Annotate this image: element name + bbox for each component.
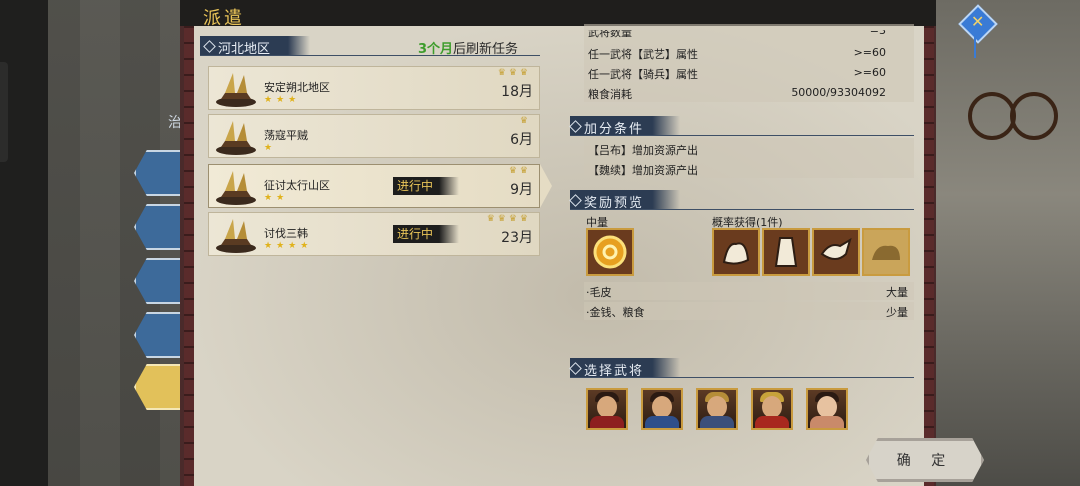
in-progress-badge: 进行中: [393, 225, 459, 243]
drop-amount: 大量: [886, 286, 908, 299]
difficulty-stars: ★★★★: [264, 241, 313, 251]
general-portrait[interactable]: [696, 388, 738, 430]
waterwheel-icon: [1010, 92, 1058, 140]
requirement-label: 任一武将【武艺】属性: [588, 48, 698, 61]
pelt-icon: [820, 237, 852, 260]
waterwheel-icon: [968, 92, 1016, 140]
requirement-label: 任一武将【骑兵】属性: [588, 68, 698, 81]
in-progress-badge: 进行中: [393, 177, 459, 195]
task-item-selected[interactable]: 征讨太行山区 ★★ 进行中 ♛♛ 9月: [208, 164, 540, 208]
selection-arrow: [540, 164, 552, 208]
task-item[interactable]: 安定朔北地区 ★★★ ♛♛♛ 18月: [208, 66, 540, 110]
general-heading: 选择武将: [584, 364, 645, 379]
hide-icon: [872, 245, 900, 260]
panel-rail-left: [184, 12, 194, 486]
fur-reward-icon[interactable]: [712, 228, 760, 276]
refresh-text: 后刷新任务: [453, 42, 519, 57]
warship-icon: [216, 73, 256, 107]
task-name: 安定朔北地区: [264, 81, 330, 94]
task-name: 讨伐三韩: [264, 227, 308, 240]
bonus-item: 【吕布】增加资源产出: [588, 144, 698, 157]
general-portrait[interactable]: [751, 388, 793, 430]
kite-tail: [974, 36, 976, 58]
drop-amount: 少量: [886, 306, 908, 319]
refresh-time: 3个月: [418, 42, 454, 57]
reward-heading: 奖励预览: [584, 196, 645, 211]
edge-handle: [0, 62, 8, 162]
kite-cross-icon: ✕: [971, 12, 985, 31]
medal-icons: ♛♛♛: [497, 68, 531, 78]
task-item[interactable]: 荡寇平贼 ★ ♛ 6月: [208, 114, 540, 158]
task-duration: 9月: [510, 182, 533, 198]
bonus-heading: 加分条件: [584, 122, 645, 137]
task-duration: 6月: [510, 132, 533, 148]
fur-icon: [722, 242, 750, 265]
general-portrait[interactable]: [586, 388, 628, 430]
warship-icon: [216, 121, 256, 155]
warship-icon: [216, 219, 256, 253]
coin-icon: [593, 235, 627, 269]
requirement-value: >=60: [853, 66, 886, 79]
medal-icons: ♛: [519, 116, 531, 126]
pelt-reward-icon[interactable]: [812, 228, 860, 276]
page-title: 派遣: [203, 8, 245, 29]
panel-rail-right: [924, 12, 934, 486]
drop-name: ·毛皮: [586, 286, 612, 299]
confirm-button[interactable]: 确 定: [866, 438, 984, 482]
requirement-value: >=60: [853, 46, 886, 59]
task-duration: 18月: [501, 84, 533, 100]
background-scene-right: [932, 0, 1080, 486]
warship-icon: [216, 171, 256, 205]
drop-row: ·金钱、粮食 少量: [584, 302, 914, 320]
requirement-label: 粮食消耗: [588, 88, 632, 101]
difficulty-stars: ★★★: [264, 95, 301, 105]
requirement-value: 50000/93304092: [791, 86, 886, 99]
general-portrait[interactable]: [641, 388, 683, 430]
drop-row: ·毛皮 大量: [584, 282, 914, 300]
medal-icons: ♛♛♛♛: [486, 214, 531, 224]
region-label: 河北地区: [218, 42, 271, 57]
difficulty-stars: ★★: [264, 193, 289, 203]
coin-reward-icon[interactable]: [586, 228, 634, 276]
drop-name: ·金钱、粮食: [586, 306, 645, 319]
task-name: 征讨太行山区: [264, 179, 330, 192]
task-duration: 23月: [501, 230, 533, 246]
refresh-notice: 3个月后刷新任务: [418, 38, 518, 57]
task-name: 荡寇平贼: [264, 129, 308, 142]
task-item[interactable]: 讨伐三韩 ★★★★ 进行中 ♛♛♛♛ 23月: [208, 212, 540, 256]
bonus-item: 【魏续】增加资源产出: [588, 164, 698, 177]
robe-icon: [774, 237, 798, 267]
hide-reward-icon[interactable]: [862, 228, 910, 276]
medal-icons: ♛♛: [508, 166, 531, 176]
robe-reward-icon[interactable]: [762, 228, 810, 276]
general-portrait[interactable]: [806, 388, 848, 430]
title-bar: [180, 0, 936, 26]
difficulty-stars: ★: [264, 143, 277, 153]
